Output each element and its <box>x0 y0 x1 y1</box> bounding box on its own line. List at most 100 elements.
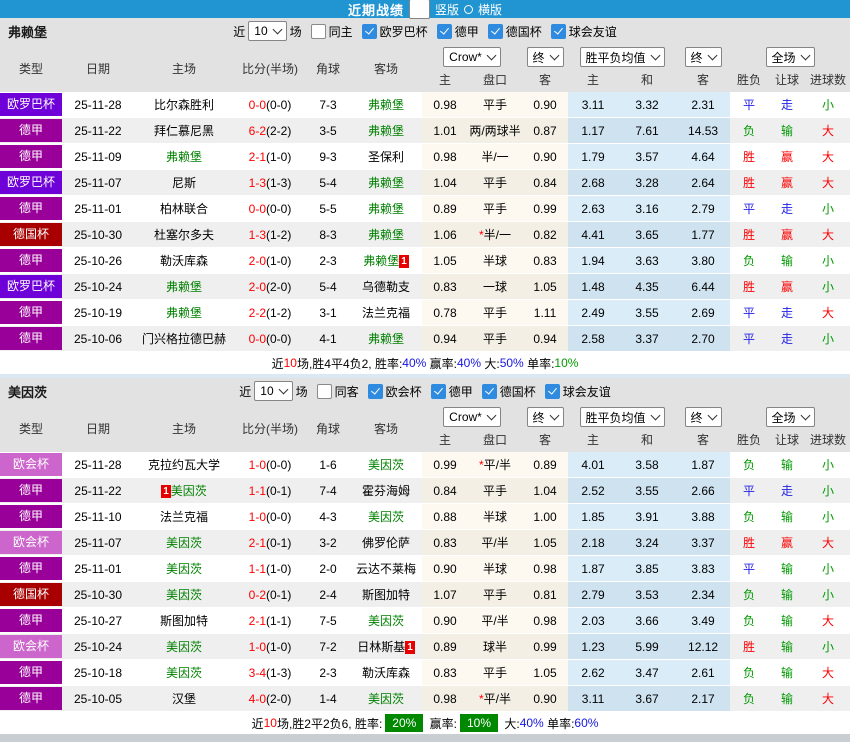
league-filter-label: 欧罗巴杯 <box>379 24 428 39</box>
league-cell: 德甲 <box>0 685 62 712</box>
home-team[interactable]: 美因茨 <box>166 640 202 654</box>
wdl-average-select[interactable]: 胜平负均值 <box>579 407 665 427</box>
league-badge: 欧罗巴杯 <box>0 93 62 116</box>
avg-draw-odds: 3.65 <box>618 221 677 248</box>
away-team[interactable]: 弗赖堡 <box>363 254 399 268</box>
handicap: 平手 <box>468 477 523 504</box>
home-team[interactable]: 弗赖堡 <box>166 306 202 320</box>
league-cell: 德甲 <box>0 117 62 144</box>
league-checkbox[interactable] <box>436 23 452 39</box>
home-team[interactable]: 汉堡 <box>172 692 196 706</box>
away-team[interactable]: 勒沃库森 <box>362 666 410 680</box>
league-checkbox[interactable] <box>487 23 503 39</box>
home-team[interactable]: 勒沃库森 <box>160 254 208 268</box>
home-team[interactable]: 尼斯 <box>172 176 196 190</box>
away-team-cell: 佛罗伦萨 <box>350 529 422 556</box>
avg-win-odds: 3.11 <box>568 685 619 712</box>
away-team[interactable]: 美因茨 <box>368 614 404 628</box>
away-team[interactable]: 圣保利 <box>368 150 404 164</box>
league-checkbox[interactable] <box>550 23 566 39</box>
same-side-checkbox[interactable] <box>310 23 326 39</box>
league-checkbox[interactable] <box>544 383 560 399</box>
away-team[interactable]: 斯图加特 <box>362 588 410 602</box>
score-cell: 3-4(1-3) <box>234 659 306 686</box>
vertical-layout-radio[interactable] <box>408 0 430 19</box>
avg-lose-odds: 2.70 <box>676 325 731 352</box>
wdl-average-select[interactable]: 胜平负均值 <box>579 47 665 67</box>
scope-select[interactable]: 全场 <box>765 47 815 67</box>
league-checkbox[interactable] <box>430 383 446 399</box>
away-team[interactable]: 弗赖堡 <box>368 124 404 138</box>
away-team[interactable]: 美因茨 <box>368 692 404 706</box>
away-team[interactable]: 弗赖堡 <box>368 176 404 190</box>
chevron-down-icon <box>650 50 660 61</box>
home-team[interactable]: 美因茨 <box>166 666 202 680</box>
home-odds: 0.83 <box>422 659 468 686</box>
home-team[interactable]: 门兴格拉德巴赫 <box>142 332 226 346</box>
home-team[interactable]: 比尔森胜利 <box>154 98 214 112</box>
match-row: 德甲 25-10-19 弗赖堡 2-2(1-2) 3-1 法兰克福 0.78 平手 1.11 2.… <box>0 299 850 326</box>
league-badge: 德甲 <box>0 197 62 220</box>
final-odds-select[interactable]: 终 <box>526 407 564 427</box>
home-team[interactable]: 美因茨 <box>166 562 202 576</box>
horizontal-layout-label[interactable]: 横版 <box>478 1 502 18</box>
home-team[interactable]: 柏林联合 <box>160 202 208 216</box>
home-team[interactable]: 弗赖堡 <box>166 280 202 294</box>
column-header: 客 <box>697 433 710 447</box>
away-team[interactable]: 弗赖堡 <box>368 202 404 216</box>
away-team[interactable]: 佛罗伦萨 <box>362 536 410 550</box>
away-team[interactable]: 弗赖堡 <box>368 332 404 346</box>
same-side-checkbox[interactable] <box>316 383 332 399</box>
red-card-badge: 1 <box>405 641 415 654</box>
vertical-layout-label[interactable]: 竖版 <box>435 1 459 18</box>
away-team[interactable]: 美因茨 <box>368 510 404 524</box>
odds-source-select[interactable]: Crow* <box>443 407 501 427</box>
final-odds-select[interactable]: 终 <box>526 47 564 67</box>
away-team[interactable]: 云达不莱梅 <box>356 562 416 576</box>
goals-result: 大 <box>806 117 850 144</box>
wdl-result: 胜 <box>730 273 769 300</box>
away-team[interactable]: 弗赖堡 <box>368 98 404 112</box>
home-team[interactable]: 弗赖堡 <box>166 150 202 164</box>
handicap-result: 走 <box>768 477 807 504</box>
league-checkbox[interactable] <box>361 23 377 39</box>
games-count-select[interactable]: 10 <box>248 21 287 41</box>
score-cell: 0-0(0-0) <box>234 195 306 222</box>
summary-segment: 10 <box>263 716 277 730</box>
avg-lose-odds: 6.44 <box>676 273 731 300</box>
corners-cell: 4-3 <box>306 503 350 530</box>
home-team[interactable]: 杜塞尔多夫 <box>154 228 214 242</box>
date-cell: 25-10-30 <box>62 221 134 248</box>
away-team[interactable]: 乌德勒支 <box>362 280 410 294</box>
away-team[interactable]: 霍芬海姆 <box>362 484 410 498</box>
away-team[interactable]: 弗赖堡 <box>368 228 404 242</box>
away-odds: 0.84 <box>522 169 569 196</box>
away-team[interactable]: 法兰克福 <box>362 306 410 320</box>
league-badge: 德甲 <box>0 249 62 272</box>
away-team[interactable]: 美因茨 <box>368 458 404 472</box>
home-team[interactable]: 斯图加特 <box>160 614 208 628</box>
league-checkbox[interactable] <box>367 383 383 399</box>
home-team-cell: 克拉约瓦大学 <box>134 452 234 478</box>
games-count-select[interactable]: 10 <box>254 381 293 401</box>
chevron-down-icon <box>272 24 283 35</box>
league-checkbox[interactable] <box>481 383 497 399</box>
horizontal-layout-radio[interactable] <box>464 4 473 14</box>
home-team[interactable]: 克拉约瓦大学 <box>148 458 220 472</box>
home-team[interactable]: 美因茨 <box>166 536 202 550</box>
home-team[interactable]: 美因茨 <box>166 588 202 602</box>
corners-cell: 2-4 <box>306 581 350 608</box>
wdl-result: 平 <box>730 195 769 222</box>
home-team[interactable]: 美因茨 <box>171 484 207 498</box>
final-odds-select-2[interactable]: 终 <box>684 47 722 67</box>
away-team[interactable]: 日林斯基 <box>357 640 405 654</box>
final-odds-select-2[interactable]: 终 <box>684 407 722 427</box>
odds-source-select[interactable]: Crow* <box>443 47 501 67</box>
corners-cell: 7-4 <box>306 477 350 504</box>
home-team[interactable]: 拜仁慕尼黑 <box>154 124 214 138</box>
goals-result: 大 <box>806 607 850 634</box>
home-team-cell: 勒沃库森 <box>134 247 234 274</box>
match-row: 欧会杯 25-11-07 美因茨 2-1(0-1) 3-2 佛罗伦萨 0.83 平/半 1.05… <box>0 529 850 556</box>
home-team[interactable]: 法兰克福 <box>160 510 208 524</box>
scope-select[interactable]: 全场 <box>765 407 815 427</box>
